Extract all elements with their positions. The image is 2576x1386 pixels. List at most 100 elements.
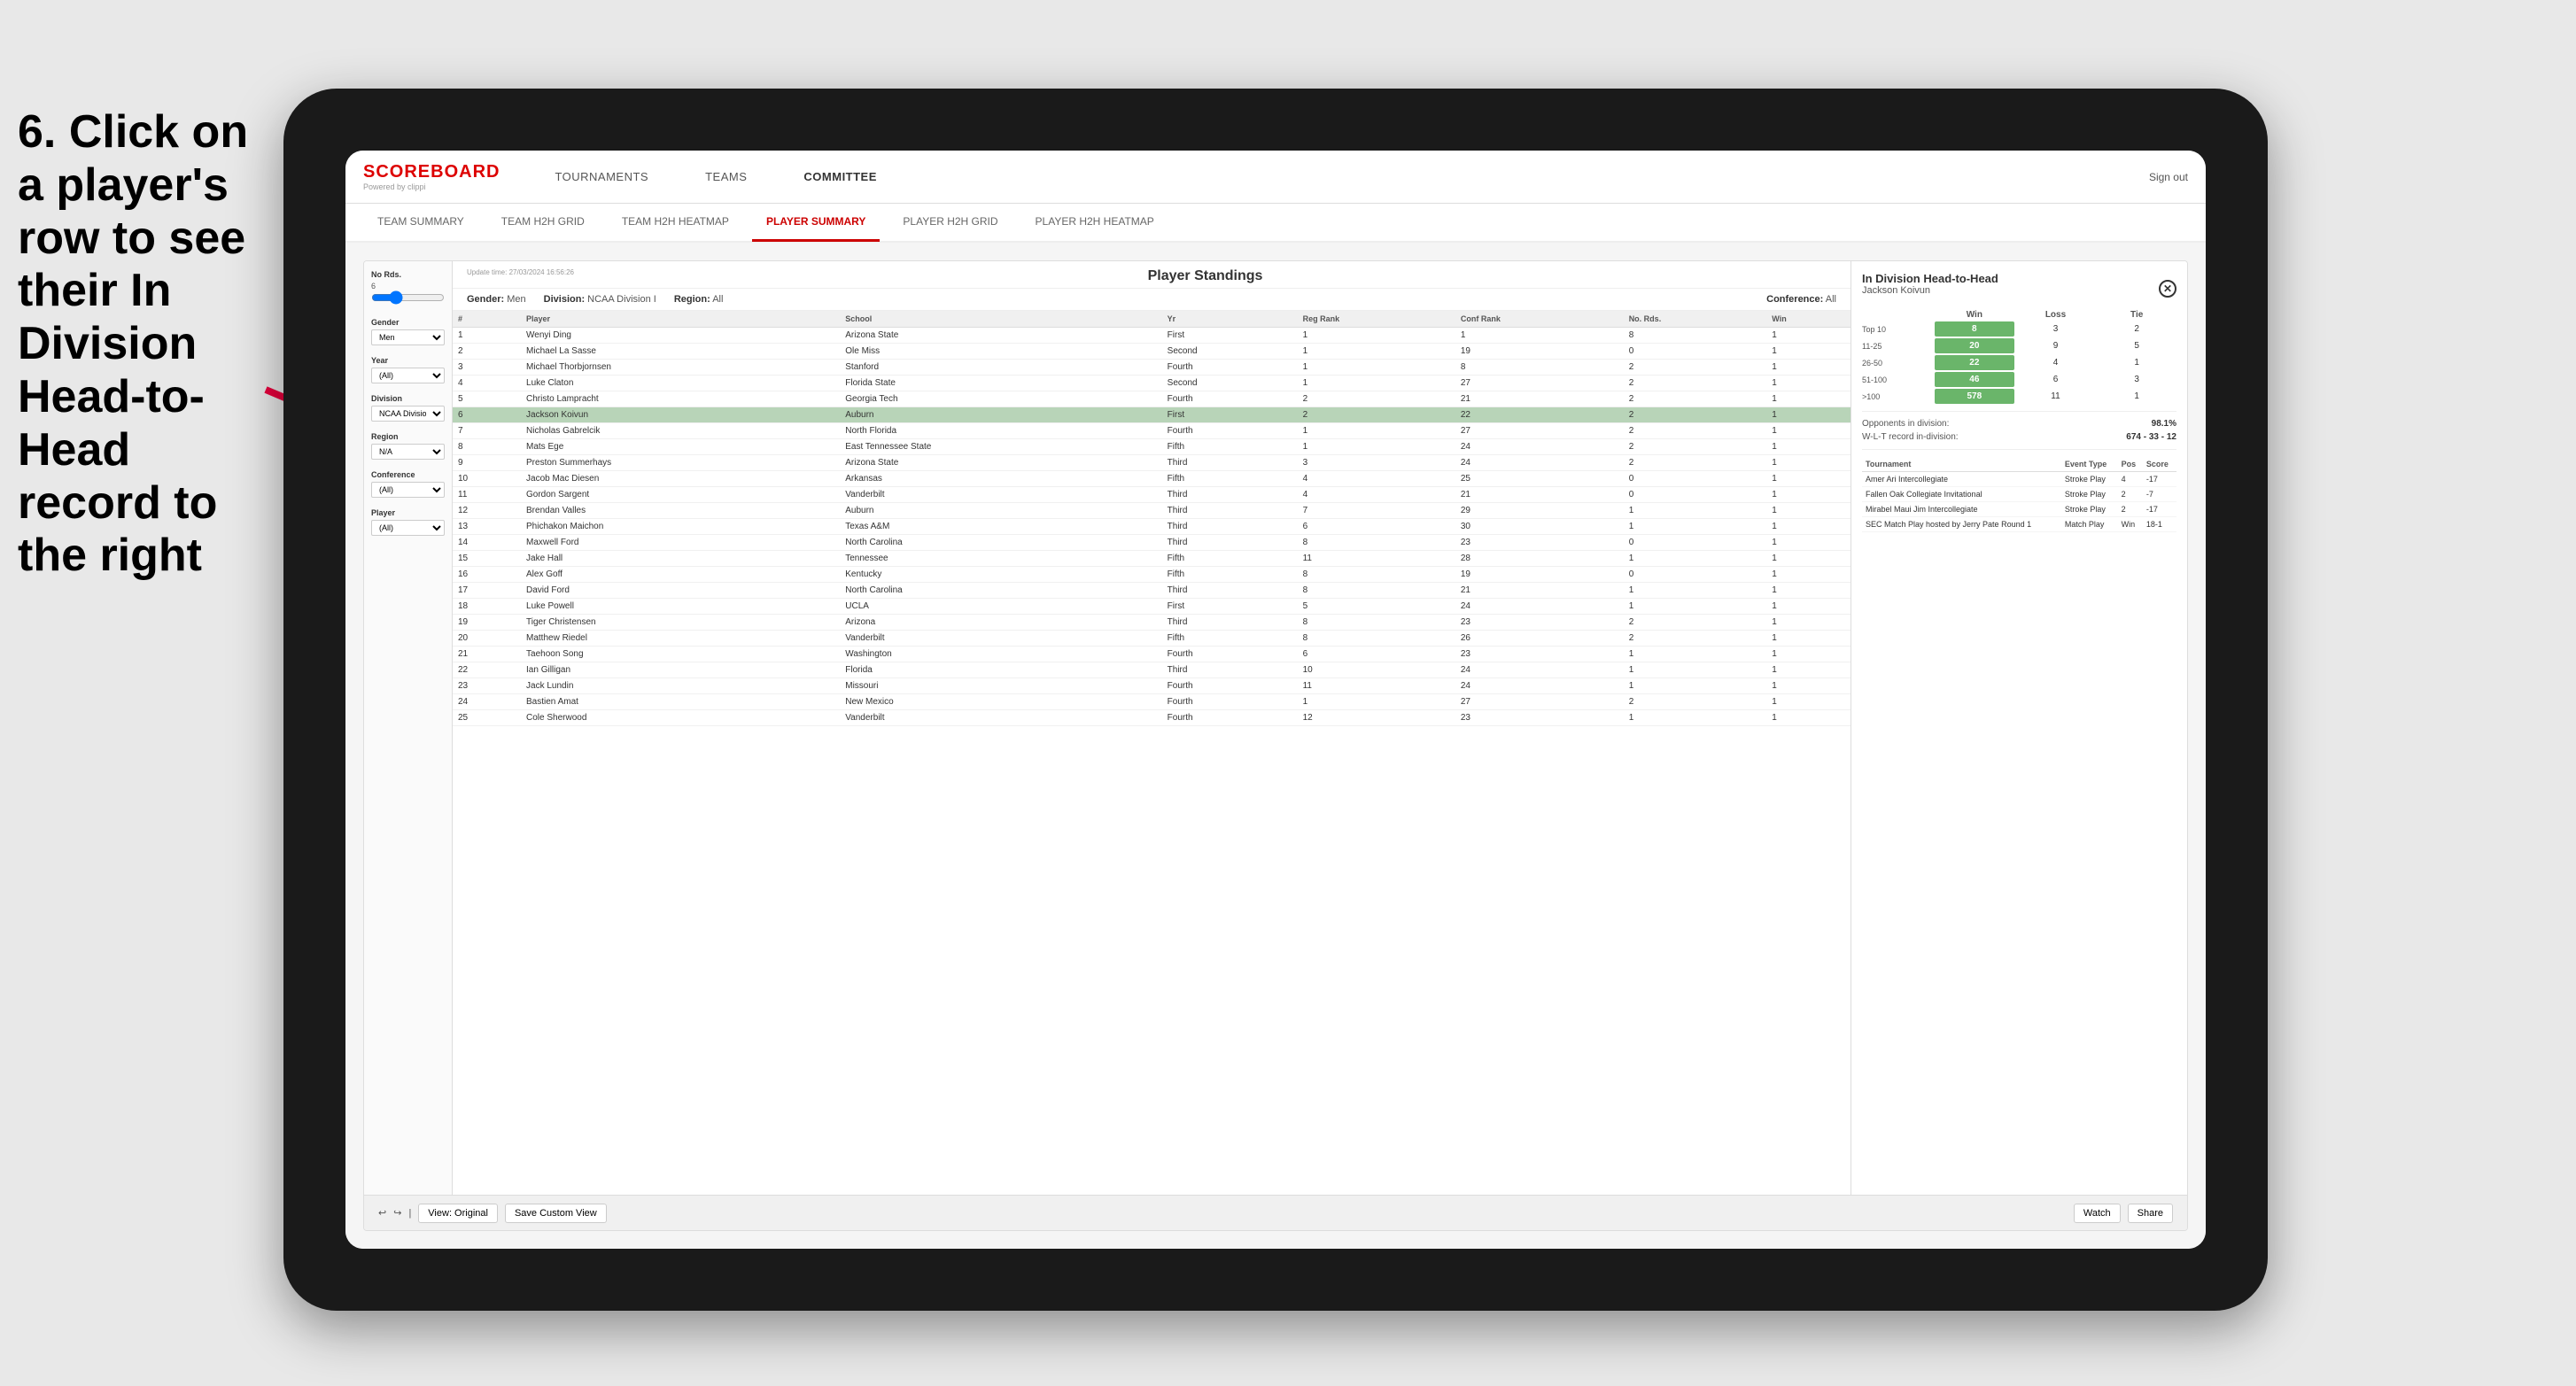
- h2h-opponents-label: Opponents in division:: [1862, 419, 1949, 429]
- cell-yr: First: [1162, 599, 1298, 615]
- no-rds-value: 6: [371, 282, 445, 290]
- cell-conf: 24: [1455, 599, 1624, 615]
- logo-powered: Powered by clippi: [363, 182, 500, 191]
- table-row[interactable]: 8 Mats Ege East Tennessee State Fifth 1 …: [453, 439, 1851, 455]
- h2h-tie-col: Tie: [2097, 310, 2176, 320]
- h2h-loss-cell: 4: [2016, 355, 2096, 370]
- table-row[interactable]: 20 Matthew Riedel Vanderbilt Fifth 8 26 …: [453, 631, 1851, 647]
- cell-school: North Florida: [840, 423, 1161, 439]
- toolbar-undo-icon[interactable]: ↩: [378, 1207, 386, 1219]
- division-display-label: Division:: [544, 294, 585, 305]
- view-original-button[interactable]: View: Original: [418, 1204, 498, 1223]
- table-row[interactable]: 9 Preston Summerhays Arizona State Third…: [453, 455, 1851, 471]
- table-row[interactable]: 10 Jacob Mac Diesen Arkansas Fifth 4 25 …: [453, 471, 1851, 487]
- standings-table-wrap[interactable]: # Player School Yr Reg Rank Conf Rank No…: [453, 311, 1851, 1195]
- table-row[interactable]: 13 Phichakon Maichon Texas A&M Third 6 3…: [453, 519, 1851, 535]
- save-custom-button[interactable]: Save Custom View: [505, 1204, 607, 1223]
- table-row[interactable]: 18 Luke Powell UCLA First 5 24 1 1: [453, 599, 1851, 615]
- cell-reg: 1: [1298, 423, 1455, 439]
- cell-win: 1: [1766, 599, 1851, 615]
- table-row[interactable]: 4 Luke Claton Florida State Second 1 27 …: [453, 376, 1851, 391]
- cell-player: David Ford: [521, 583, 840, 599]
- col-school: School: [840, 311, 1161, 328]
- nav-committee[interactable]: COMMITTEE: [793, 163, 888, 190]
- cell-school: Auburn: [840, 503, 1161, 519]
- cell-player: Preston Summerhays: [521, 455, 840, 471]
- sub-nav-team-h2h-heatmap[interactable]: TEAM H2H HEATMAP: [608, 203, 743, 242]
- year-select[interactable]: (All): [371, 368, 445, 383]
- region-display-label: Region:: [674, 294, 710, 305]
- cell-num: 14: [453, 535, 521, 551]
- cell-school: UCLA: [840, 599, 1161, 615]
- standings-table: # Player School Yr Reg Rank Conf Rank No…: [453, 311, 1851, 726]
- division-select[interactable]: NCAA Division I: [371, 406, 445, 422]
- cell-num: 10: [453, 471, 521, 487]
- top-nav: SCOREBOARD Powered by clippi TOURNAMENTS…: [345, 151, 2206, 204]
- cell-conf: 26: [1455, 631, 1624, 647]
- sub-nav-team-summary[interactable]: TEAM SUMMARY: [363, 203, 478, 242]
- nav-teams[interactable]: TEAMS: [694, 163, 757, 190]
- cell-rds: 1: [1624, 647, 1767, 662]
- toolbar-redo-icon[interactable]: ↪: [393, 1207, 401, 1219]
- sub-nav-team-h2h-grid[interactable]: TEAM H2H GRID: [487, 203, 599, 242]
- no-rds-slider[interactable]: [371, 290, 445, 305]
- table-row[interactable]: 19 Tiger Christensen Arizona Third 8 23 …: [453, 615, 1851, 631]
- cell-player: Gordon Sargent: [521, 487, 840, 503]
- cell-yr: First: [1162, 328, 1298, 344]
- table-row[interactable]: 7 Nicholas Gabrelcik North Florida Fourt…: [453, 423, 1851, 439]
- cell-reg: 1: [1298, 694, 1455, 710]
- cell-school: Ole Miss: [840, 344, 1161, 360]
- nav-tournaments[interactable]: TOURNAMENTS: [544, 163, 659, 190]
- h2h-tie-cell: 3: [2097, 372, 2176, 387]
- table-row[interactable]: 12 Brendan Valles Auburn Third 7 29 1 1: [453, 503, 1851, 519]
- cell-conf: 8: [1455, 360, 1624, 376]
- event-type-col: Event Type: [2061, 457, 2118, 472]
- cell-player: Ian Gilligan: [521, 662, 840, 678]
- table-row[interactable]: 5 Christo Lampracht Georgia Tech Fourth …: [453, 391, 1851, 407]
- sign-out-link[interactable]: Sign out: [2149, 171, 2188, 183]
- table-row[interactable]: 3 Michael Thorbjornsen Stanford Fourth 1…: [453, 360, 1851, 376]
- table-row[interactable]: 14 Maxwell Ford North Carolina Third 8 2…: [453, 535, 1851, 551]
- table-row[interactable]: 1 Wenyi Ding Arizona State First 1 1 8 1: [453, 328, 1851, 344]
- cell-player: Tiger Christensen: [521, 615, 840, 631]
- table-row[interactable]: 17 David Ford North Carolina Third 8 21 …: [453, 583, 1851, 599]
- watch-button[interactable]: Watch: [2074, 1204, 2121, 1223]
- cell-rds: 2: [1624, 391, 1767, 407]
- h2h-wlt-label: W-L-T record in-division:: [1862, 432, 1959, 442]
- share-button[interactable]: Share: [2128, 1204, 2173, 1223]
- sub-nav-player-summary[interactable]: PLAYER SUMMARY: [752, 203, 880, 242]
- sub-nav-player-h2h-heatmap[interactable]: PLAYER H2H HEATMAP: [1021, 203, 1168, 242]
- cell-num: 25: [453, 710, 521, 726]
- cell-win: 1: [1766, 423, 1851, 439]
- table-row[interactable]: 11 Gordon Sargent Vanderbilt Third 4 21 …: [453, 487, 1851, 503]
- cell-num: 9: [453, 455, 521, 471]
- table-row[interactable]: 24 Bastien Amat New Mexico Fourth 1 27 2…: [453, 694, 1851, 710]
- table-row[interactable]: 16 Alex Goff Kentucky Fifth 8 19 0 1: [453, 567, 1851, 583]
- cell-school: North Carolina: [840, 535, 1161, 551]
- conference-select[interactable]: (All): [371, 482, 445, 498]
- h2h-close-button[interactable]: ✕: [2159, 280, 2176, 298]
- cell-num: 2: [453, 344, 521, 360]
- year-filter-label: Year: [371, 356, 445, 365]
- h2h-player-name: Jackson Koivun: [1862, 285, 1998, 296]
- table-row[interactable]: 21 Taehoon Song Washington Fourth 6 23 1…: [453, 647, 1851, 662]
- cell-player: Christo Lampracht: [521, 391, 840, 407]
- cell-num: 22: [453, 662, 521, 678]
- h2h-wlt-value: 674 - 33 - 12: [2126, 432, 2176, 442]
- table-row[interactable]: 15 Jake Hall Tennessee Fifth 11 28 1 1: [453, 551, 1851, 567]
- table-row[interactable]: 25 Cole Sherwood Vanderbilt Fourth 12 23…: [453, 710, 1851, 726]
- h2h-range-col: [1862, 310, 1933, 320]
- table-row[interactable]: 2 Michael La Sasse Ole Miss Second 1 19 …: [453, 344, 1851, 360]
- table-row[interactable]: 23 Jack Lundin Missouri Fourth 11 24 1 1: [453, 678, 1851, 694]
- region-select[interactable]: N/A: [371, 444, 445, 460]
- sub-nav-player-h2h-grid[interactable]: PLAYER H2H GRID: [888, 203, 1012, 242]
- division-display-value: NCAA Division I: [587, 294, 656, 305]
- table-row[interactable]: 22 Ian Gilligan Florida Third 10 24 1 1: [453, 662, 1851, 678]
- h2h-win-cell: 8: [1935, 321, 2014, 337]
- table-row[interactable]: 6 Jackson Koivun Auburn First 2 22 2 1: [453, 407, 1851, 423]
- cell-school: Vanderbilt: [840, 710, 1161, 726]
- h2h-opponents-row: Opponents in division: 98.1%: [1862, 419, 2176, 429]
- conference-filter-label: Conference: [371, 470, 445, 479]
- gender-select[interactable]: Men: [371, 329, 445, 345]
- player-select[interactable]: (All): [371, 520, 445, 536]
